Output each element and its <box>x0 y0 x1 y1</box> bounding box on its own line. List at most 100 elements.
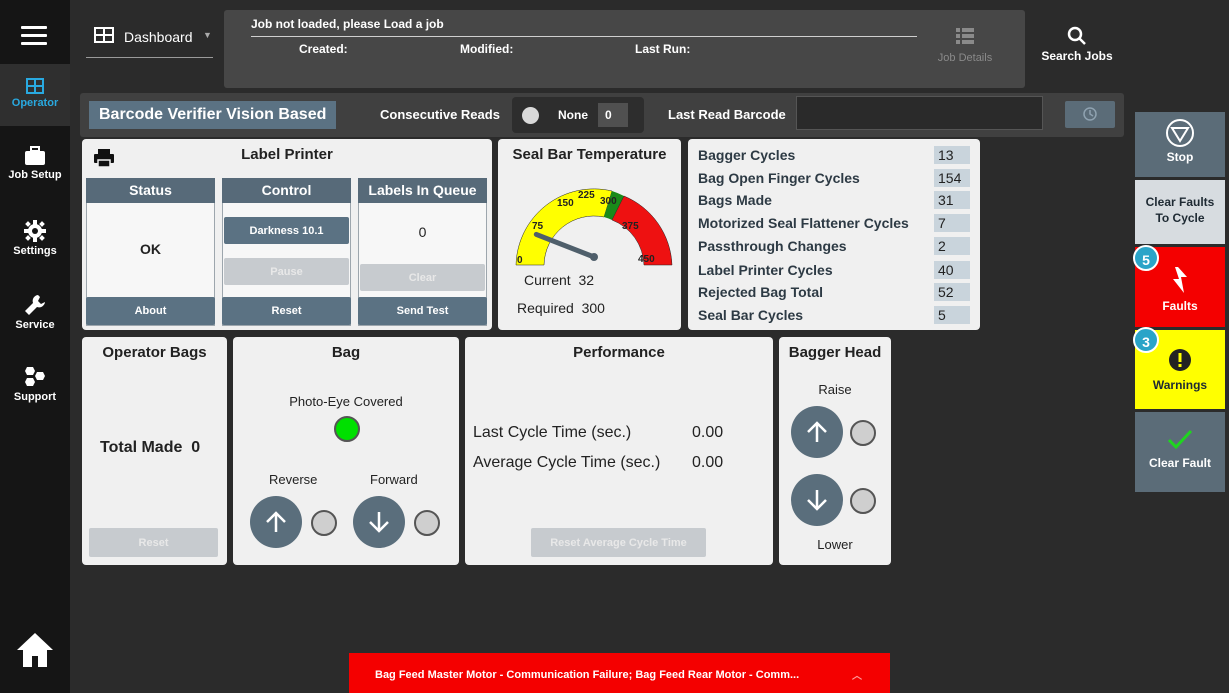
label-printer-title: Label Printer <box>241 146 333 163</box>
printer-reset-button[interactable]: Reset <box>222 297 351 325</box>
operator-bags-title: Operator Bags <box>102 344 207 361</box>
lower-button[interactable] <box>791 474 843 526</box>
chevron-up-icon[interactable]: ︿ <box>852 667 862 682</box>
home-icon[interactable] <box>16 632 54 668</box>
job-last-run-label: Last Run: <box>635 42 691 56</box>
clear-fault-button[interactable]: Clear Fault <box>1135 412 1225 492</box>
stat-label: Rejected Bag Total <box>698 284 823 300</box>
gauge-tick-450: 450 <box>638 254 655 265</box>
stat-value: 52 <box>934 283 970 301</box>
stop-label: Stop <box>1166 150 1194 164</box>
dashboard-select[interactable]: Dashboard ▼ <box>86 22 213 58</box>
cycle-stats-card: Bagger Cycles 13 Bag Open Finger Cycles … <box>688 139 980 330</box>
operator-bags-reset-button[interactable]: Reset <box>89 528 218 557</box>
send-test-button[interactable]: Send Test <box>358 297 487 325</box>
chevron-down-icon: ▼ <box>203 30 212 40</box>
exclamation-icon <box>1169 349 1191 371</box>
nav-item-operator[interactable]: Operator <box>0 64 70 126</box>
forward-label: Forward <box>370 472 418 487</box>
current-temp-label: Current <box>524 272 571 288</box>
avg-cycle-value: 0.00 <box>692 454 724 471</box>
photo-eye-label: Photo-Eye Covered <box>289 394 403 409</box>
arrow-down-icon <box>369 512 389 533</box>
nav-item-settings[interactable]: Settings <box>0 220 70 257</box>
history-button[interactable] <box>1065 101 1115 128</box>
total-made-label: Total Made <box>100 439 183 456</box>
gauge-tick-0: 0 <box>517 255 523 266</box>
operator-bags-card: Operator Bags Total Made 0 Reset <box>82 337 227 565</box>
gear-icon <box>24 220 46 242</box>
stat-label: Bags Made <box>698 192 772 208</box>
stop-button[interactable]: Stop <box>1135 112 1225 177</box>
nav-label-job-setup: Job Setup <box>8 169 62 181</box>
consecutive-count: 0 <box>598 103 628 127</box>
stat-label: Passthrough Changes <box>698 238 847 254</box>
stat-label: Bag Open Finger Cycles <box>698 170 860 186</box>
raise-indicator <box>850 420 876 446</box>
arrow-up-icon <box>807 421 827 442</box>
job-created-label: Created: <box>299 42 348 56</box>
darkness-button[interactable]: Darkness 10.1 <box>224 217 349 244</box>
labels-in-queue-value: 0 <box>418 224 427 240</box>
stat-value: 5 <box>934 306 970 324</box>
stat-value: 154 <box>934 169 970 187</box>
nav-item-service[interactable]: Service <box>0 294 70 331</box>
toggle-label: None <box>558 108 588 122</box>
app-root: Operator Job Setup Settings Service Supp… <box>0 0 1229 693</box>
checkmark-icon <box>1167 429 1193 450</box>
arrow-up-icon <box>266 511 286 532</box>
dashboard-grid-icon <box>94 27 114 43</box>
job-title: Job not loaded, please Load a job <box>251 17 444 31</box>
raise-label: Raise <box>818 382 852 397</box>
history-icon <box>1083 107 1097 121</box>
lightning-icon <box>1173 267 1187 293</box>
gauge-tick-375: 375 <box>622 221 639 232</box>
stop-icon <box>1166 119 1194 147</box>
status-header: Status <box>86 178 215 203</box>
menu-icon[interactable] <box>21 26 47 46</box>
about-button[interactable]: About <box>86 297 215 325</box>
gauge-tick-225: 225 <box>578 190 595 201</box>
fault-alert-bar[interactable]: Bag Feed Master Motor - Communication Fa… <box>349 653 890 693</box>
gauge-tick-150: 150 <box>557 198 574 209</box>
clear-faults-label-2: To Cycle <box>1155 211 1205 225</box>
clear-queue-button[interactable]: Clear <box>360 264 485 291</box>
photo-eye-indicator <box>334 416 360 442</box>
performance-card: Performance Last Cycle Time (sec.) 0.00 … <box>465 337 773 565</box>
toggle-knob <box>522 107 539 124</box>
control-header: Control <box>222 178 351 203</box>
nav-label-support: Support <box>13 391 57 403</box>
job-modified-label: Modified: <box>460 42 514 56</box>
gauge-tick-300: 300 <box>600 196 617 207</box>
briefcase-icon <box>25 146 45 165</box>
clear-fault-label: Clear Fault <box>1148 456 1211 470</box>
raise-button[interactable] <box>791 406 843 458</box>
search-icon <box>1067 26 1086 45</box>
consecutive-reads-toggle[interactable]: None 0 <box>512 97 644 133</box>
stat-value: 7 <box>934 214 970 232</box>
stat-label: Motorized Seal Flattener Cycles <box>698 215 909 231</box>
barcode-verifier-bar: Barcode Verifier Vision Based Consecutiv… <box>80 93 1124 137</box>
bagger-head-card: Bagger Head Raise Lower <box>779 337 891 565</box>
nav-item-support[interactable]: Support <box>0 366 70 403</box>
nav-label-operator: Operator <box>11 97 59 109</box>
seal-bar-title: Seal Bar Temperature <box>512 146 667 163</box>
stat-value: 13 <box>934 146 970 164</box>
job-details-button[interactable]: Job Details <box>930 28 1000 64</box>
forward-button[interactable] <box>353 496 405 548</box>
required-temp-value: 300 <box>581 300 605 316</box>
pause-button[interactable]: Pause <box>224 258 349 285</box>
arrow-down-icon <box>807 490 827 511</box>
seal-bar-temperature-card: Seal Bar Temperature 0 75 150 225 300 37… <box>498 139 681 330</box>
forward-indicator <box>414 510 440 536</box>
nav-item-job-setup[interactable]: Job Setup <box>0 146 70 181</box>
reset-average-cycle-time-button[interactable]: Reset Average Cycle Time <box>531 528 706 557</box>
total-made-value: 0 <box>191 439 201 456</box>
search-jobs-button[interactable]: Search Jobs <box>1036 26 1118 63</box>
reverse-button[interactable] <box>250 496 302 548</box>
bag-title: Bag <box>331 344 361 361</box>
clear-faults-to-cycle-button[interactable]: Clear Faults To Cycle <box>1135 180 1225 244</box>
lower-indicator <box>850 488 876 514</box>
dashboard-select-label: Dashboard <box>124 29 193 45</box>
nav-label-service: Service <box>15 319 55 331</box>
